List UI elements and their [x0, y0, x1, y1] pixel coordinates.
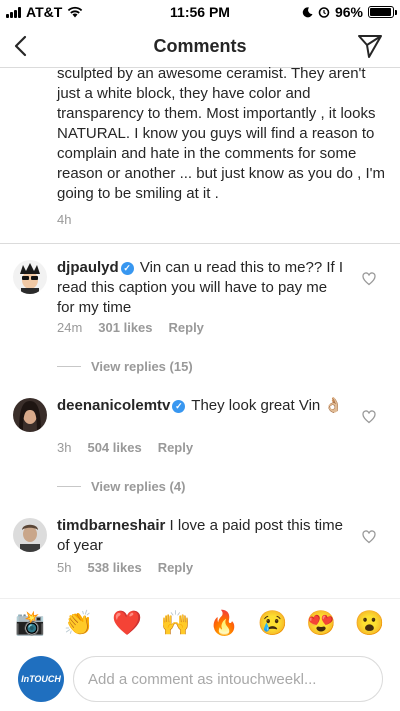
comment-item: djpaulyd ✓ Vin can u read this to me?? If… [0, 258, 400, 378]
view-replies-button[interactable]: View replies (4) [57, 479, 185, 494]
reply-button[interactable]: Reply [158, 560, 193, 575]
battery-icon [368, 6, 397, 18]
crying-emoji-button[interactable]: 😢 [255, 609, 291, 638]
comment-timestamp: 24m [57, 320, 83, 335]
caption-timestamp: 4h [57, 212, 72, 227]
view-replies-button[interactable]: View replies (15) [57, 359, 193, 374]
comment-likes[interactable]: 538 likes [87, 560, 141, 575]
heart-emoji-button[interactable]: ❤️ [109, 609, 145, 638]
status-right: 96% [302, 4, 397, 20]
surprised-emoji-button[interactable]: 😮 [352, 609, 388, 638]
avatar[interactable] [13, 260, 47, 294]
like-heart-icon[interactable] [362, 272, 376, 286]
comment-timestamp: 3h [57, 440, 72, 455]
avatar[interactable] [13, 518, 47, 552]
comment-username[interactable]: djpaulyd [57, 259, 119, 276]
paper-plane-icon [358, 35, 382, 58]
avatar[interactable] [13, 398, 47, 432]
view-replies-label: View replies (4) [91, 479, 186, 494]
comment-input[interactable] [73, 656, 383, 702]
comment-meta: 3h 504 likes Reply [57, 440, 209, 455]
emoji-quick-bar: 📸 👏 ❤️ 🙌 🔥 😢 😍 😮 [0, 598, 400, 648]
comment-text-block: timdbarneshair I love a paid post this t… [57, 516, 345, 556]
comment-likes[interactable]: 301 likes [98, 320, 152, 335]
comment-text-block: djpaulyd ✓ Vin can u read this to me?? If… [57, 258, 345, 318]
comment-item: timdbarneshair I love a paid post this t… [0, 516, 400, 586]
send-button[interactable] [356, 32, 384, 60]
like-heart-icon[interactable] [362, 530, 376, 544]
caption-divider [0, 243, 400, 244]
comment-username[interactable]: deenanicolemtv [57, 397, 170, 414]
header: Comments [0, 24, 400, 68]
camera-emoji-button[interactable]: 📸 [12, 609, 48, 638]
comment-body: They look great Vin 👌🏼 [191, 397, 344, 414]
comment-username[interactable]: timdbarneshair [57, 517, 165, 534]
comment-timestamp: 5h [57, 560, 72, 575]
verified-badge-icon: ✓ [120, 262, 134, 275]
replies-divider-line [57, 486, 81, 487]
verified-badge-icon: ✓ [172, 400, 186, 413]
moon-icon [302, 6, 313, 17]
like-heart-icon[interactable] [362, 410, 376, 424]
view-replies-label: View replies (15) [91, 359, 193, 374]
alarm-icon [318, 7, 330, 18]
comment-item: deenanicolemtv ✓ They look great Vin 👌🏼 3… [0, 396, 400, 496]
raised-hands-emoji-button[interactable]: 🙌 [158, 609, 194, 638]
post-caption: sculpted by an awesome ceramist. They ar… [57, 65, 386, 202]
comment-text-block: deenanicolemtv ✓ They look great Vin 👌🏼 [57, 396, 345, 416]
my-avatar: InTOUCH [18, 656, 64, 702]
battery-percent: 96% [334, 4, 363, 20]
reply-button[interactable]: Reply [158, 440, 193, 455]
replies-divider-line [57, 366, 81, 367]
clapping-emoji-button[interactable]: 👏 [61, 609, 97, 638]
status-bar: AT&T 11:56 PM 96% [0, 0, 400, 24]
comment-composer: InTOUCH [0, 650, 400, 711]
reply-button[interactable]: Reply [169, 320, 204, 335]
heart-eyes-emoji-button[interactable]: 😍 [303, 609, 339, 638]
comment-meta: 5h 538 likes Reply [57, 560, 209, 575]
page-title: Comments [153, 36, 247, 56]
comment-likes[interactable]: 504 likes [87, 440, 141, 455]
fire-emoji-button[interactable]: 🔥 [206, 609, 242, 638]
comment-meta: 24m 301 likes Reply [57, 320, 220, 335]
